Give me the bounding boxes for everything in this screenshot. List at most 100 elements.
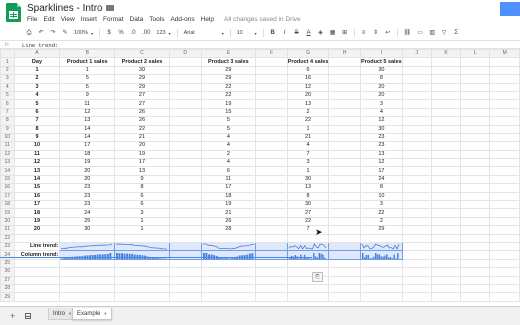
sales-cell[interactable]: 8 bbox=[114, 183, 170, 193]
cell[interactable] bbox=[430, 124, 462, 134]
cell[interactable] bbox=[489, 174, 520, 185]
sales-cell[interactable]: 24 bbox=[59, 208, 116, 218]
cell[interactable] bbox=[401, 258, 432, 269]
cell[interactable] bbox=[430, 107, 462, 118]
cell[interactable] bbox=[489, 141, 520, 151]
cell[interactable] bbox=[401, 149, 432, 160]
column-header[interactable]: C bbox=[114, 49, 170, 59]
cell[interactable] bbox=[460, 233, 491, 244]
sales-cell[interactable]: 14 bbox=[59, 124, 116, 134]
cell[interactable] bbox=[401, 200, 432, 210]
cell[interactable] bbox=[255, 216, 288, 227]
cell[interactable] bbox=[489, 65, 520, 76]
row-header[interactable]: 4 bbox=[0, 82, 15, 92]
cell[interactable] bbox=[255, 233, 288, 244]
cell[interactable] bbox=[255, 225, 288, 235]
cell[interactable] bbox=[460, 107, 491, 118]
sales-cell[interactable]: 17 bbox=[59, 141, 116, 151]
cell[interactable] bbox=[489, 149, 520, 160]
sales-cell[interactable]: 28 bbox=[200, 225, 257, 235]
sales-cell[interactable]: 6 bbox=[286, 65, 330, 76]
day-cell[interactable]: 7 bbox=[13, 116, 61, 126]
cell[interactable] bbox=[13, 258, 61, 269]
sales-cell[interactable]: 26 bbox=[200, 216, 257, 227]
day-cell[interactable]: 20 bbox=[13, 225, 61, 235]
column-header[interactable]: L bbox=[460, 49, 491, 59]
cell[interactable] bbox=[430, 283, 462, 294]
row-header[interactable]: 2 bbox=[0, 65, 15, 76]
cell[interactable] bbox=[328, 208, 362, 218]
cell[interactable] bbox=[168, 124, 202, 134]
currency-button[interactable]: $ bbox=[106, 30, 112, 37]
cell[interactable] bbox=[255, 183, 288, 193]
cell[interactable] bbox=[360, 275, 403, 285]
cell[interactable] bbox=[328, 233, 362, 244]
cell[interactable] bbox=[401, 141, 432, 151]
cell[interactable] bbox=[430, 74, 462, 84]
row-header[interactable]: 29 bbox=[0, 292, 15, 302]
cell[interactable] bbox=[489, 241, 520, 252]
sales-cell[interactable]: 23 bbox=[59, 183, 116, 193]
sales-cell[interactable]: 18 bbox=[200, 191, 257, 202]
sales-cell[interactable]: 22 bbox=[200, 82, 257, 92]
sales-cell[interactable]: 2 bbox=[286, 107, 330, 118]
cell[interactable] bbox=[328, 225, 362, 235]
sales-cell[interactable]: 14 bbox=[59, 132, 116, 143]
cell[interactable] bbox=[255, 275, 288, 285]
sales-cell[interactable]: 13 bbox=[59, 116, 116, 126]
undo-icon[interactable]: ↶ bbox=[38, 30, 44, 37]
font-select[interactable]: Arial bbox=[184, 30, 224, 37]
cell[interactable] bbox=[460, 283, 491, 294]
cell[interactable] bbox=[360, 258, 403, 269]
cell[interactable] bbox=[168, 216, 202, 227]
cell[interactable] bbox=[168, 57, 202, 67]
cell[interactable] bbox=[255, 267, 288, 277]
column-label-cell[interactable]: Product 3 sales bbox=[200, 57, 257, 67]
menu-data[interactable]: Data bbox=[130, 16, 144, 24]
sales-cell[interactable]: 1 bbox=[59, 65, 116, 76]
cell[interactable] bbox=[430, 65, 462, 76]
cell[interactable] bbox=[360, 292, 403, 302]
cell[interactable] bbox=[460, 250, 491, 260]
cell[interactable] bbox=[401, 250, 432, 260]
cell[interactable] bbox=[255, 191, 288, 202]
cell[interactable] bbox=[460, 275, 491, 285]
cell[interactable] bbox=[168, 241, 202, 252]
merge-cells-icon[interactable]: ⊞ bbox=[342, 30, 348, 37]
cell[interactable] bbox=[460, 74, 491, 84]
align-left-icon[interactable]: ≡ bbox=[361, 30, 367, 37]
cell[interactable] bbox=[489, 74, 520, 84]
cell[interactable] bbox=[255, 132, 288, 143]
cell[interactable] bbox=[401, 216, 432, 227]
day-cell[interactable]: 2 bbox=[13, 74, 61, 84]
row-header[interactable]: 15 bbox=[0, 174, 15, 185]
row-header[interactable]: 9 bbox=[0, 124, 15, 134]
row-header[interactable]: 3 bbox=[0, 74, 15, 84]
day-cell[interactable]: 15 bbox=[13, 183, 61, 193]
cell[interactable] bbox=[328, 65, 362, 76]
cell[interactable] bbox=[328, 57, 362, 67]
day-cell[interactable]: 19 bbox=[13, 216, 61, 227]
cell[interactable] bbox=[489, 275, 520, 285]
text-color-button[interactable]: A bbox=[306, 30, 312, 37]
cell[interactable] bbox=[328, 141, 362, 151]
sales-cell[interactable]: 8 bbox=[360, 74, 403, 84]
cell[interactable] bbox=[401, 292, 432, 302]
chevron-down-icon[interactable]: ▼ bbox=[103, 311, 107, 316]
cell[interactable] bbox=[168, 267, 202, 277]
filter-icon[interactable]: ▽ bbox=[441, 30, 447, 37]
cell[interactable] bbox=[430, 99, 462, 109]
cell[interactable] bbox=[401, 183, 432, 193]
cell[interactable] bbox=[13, 267, 61, 277]
column-header[interactable]: M bbox=[489, 49, 520, 59]
row-header[interactable]: 28 bbox=[0, 283, 15, 294]
sales-cell[interactable]: 21 bbox=[200, 208, 257, 218]
cell[interactable] bbox=[59, 267, 116, 277]
cell[interactable] bbox=[430, 250, 462, 260]
sales-cell[interactable]: 22 bbox=[360, 208, 403, 218]
cell[interactable] bbox=[430, 158, 462, 168]
sales-cell[interactable]: 23 bbox=[59, 191, 116, 202]
cell[interactable] bbox=[360, 233, 403, 244]
print-icon[interactable]: ⎙ bbox=[26, 30, 32, 37]
sales-cell[interactable]: 18 bbox=[59, 149, 116, 160]
